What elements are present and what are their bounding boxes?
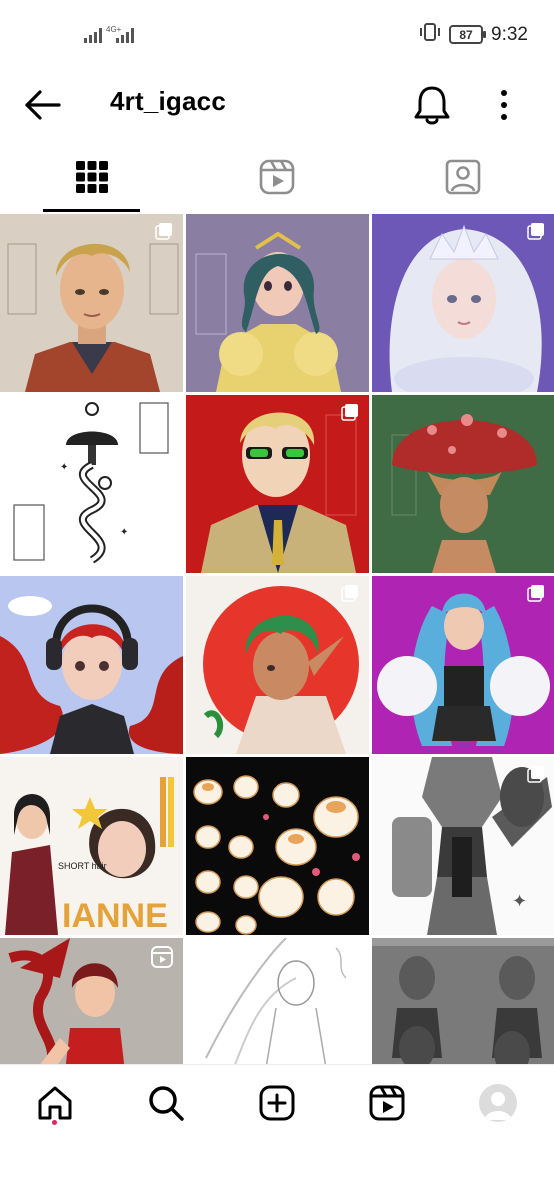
battery-indicator: 87 [449,25,487,44]
post-tile-10[interactable]: SHORT hair IANNE [0,757,183,935]
reels-icon [369,1085,405,1121]
home-icon [38,1086,72,1120]
profile-tabs [0,140,554,214]
nav-search[interactable] [144,1081,188,1125]
multiple-posts-icon [527,585,544,602]
status-bar: 4G+ 87 9:32 [0,0,554,70]
avatar-icon [479,1084,517,1122]
post-tile-14[interactable] [186,938,369,1064]
search-icon [149,1086,184,1121]
post-image [372,938,554,1064]
multiple-posts-icon [527,223,544,240]
post-image [0,576,183,754]
post-tile-1[interactable] [0,214,183,392]
signal-icon: 4G+ [84,24,140,49]
nav-create[interactable] [255,1081,299,1125]
vibrate-icon [419,22,441,47]
posts-grid: ✦ ✦ SHORT hair IANNE ✦ [0,214,554,1064]
nav-reels[interactable] [365,1081,409,1125]
ianne-title: IANNE [62,897,168,935]
back-button[interactable] [22,84,64,126]
post-tile-11[interactable] [186,757,369,935]
post-tile-8[interactable] [186,576,369,754]
post-image: ✦ [372,757,554,935]
bell-icon [414,86,450,125]
status-time: 9:32 [491,23,528,45]
post-tile-9[interactable] [372,576,554,754]
post-tile-7[interactable] [0,576,183,754]
post-image [372,576,554,754]
post-tile-6[interactable] [372,395,554,573]
svg-text:✦: ✦ [512,891,527,911]
battery-level: 87 [459,27,473,42]
post-tile-3[interactable] [372,214,554,392]
nav-home[interactable] [33,1081,77,1125]
tagged-user-icon [445,159,480,195]
short-hair-note: SHORT hair [58,861,107,871]
post-tile-4[interactable]: ✦ ✦ [0,395,183,573]
post-image [186,214,369,392]
profile-header: 4rt_igacc [0,70,554,140]
plus-square-icon [259,1085,295,1121]
post-tile-2[interactable] [186,214,369,392]
active-nav-dot [52,1120,57,1125]
post-image [0,214,183,392]
tab-reels[interactable] [228,140,325,214]
multiple-posts-icon [527,766,544,783]
post-tile-13[interactable] [0,938,183,1064]
back-arrow-icon [25,90,61,120]
post-image [372,395,554,573]
grid-icon [75,161,108,193]
post-image [372,214,554,392]
notifications-button[interactable] [411,82,453,128]
nav-profile[interactable] [476,1081,520,1125]
multiple-posts-icon [341,585,358,602]
svg-text:✦: ✦ [120,527,128,538]
post-tile-12[interactable]: ✦ [372,757,554,935]
tab-tagged[interactable] [414,140,511,214]
reels-icon [259,159,294,195]
post-tile-15[interactable] [372,938,554,1064]
active-tab-indicator [43,209,140,212]
tab-posts-grid[interactable] [43,140,140,214]
network-label: 4G+ [106,25,122,34]
profile-username: 4rt_igacc [110,86,226,116]
post-tile-5[interactable] [186,395,369,573]
multiple-posts-icon [155,223,172,240]
post-image [186,576,369,754]
post-image: ✦ ✦ [0,395,183,573]
post-image: SHORT hair IANNE [0,757,183,935]
more-vertical-icon [501,90,507,120]
post-image [186,938,369,1064]
bottom-navigation [0,1064,554,1145]
post-image [186,757,369,935]
multiple-posts-icon [341,404,358,421]
reel-icon [151,946,173,968]
more-options-button[interactable] [490,82,518,128]
post-image [186,395,369,573]
svg-text:✦: ✦ [60,462,68,473]
